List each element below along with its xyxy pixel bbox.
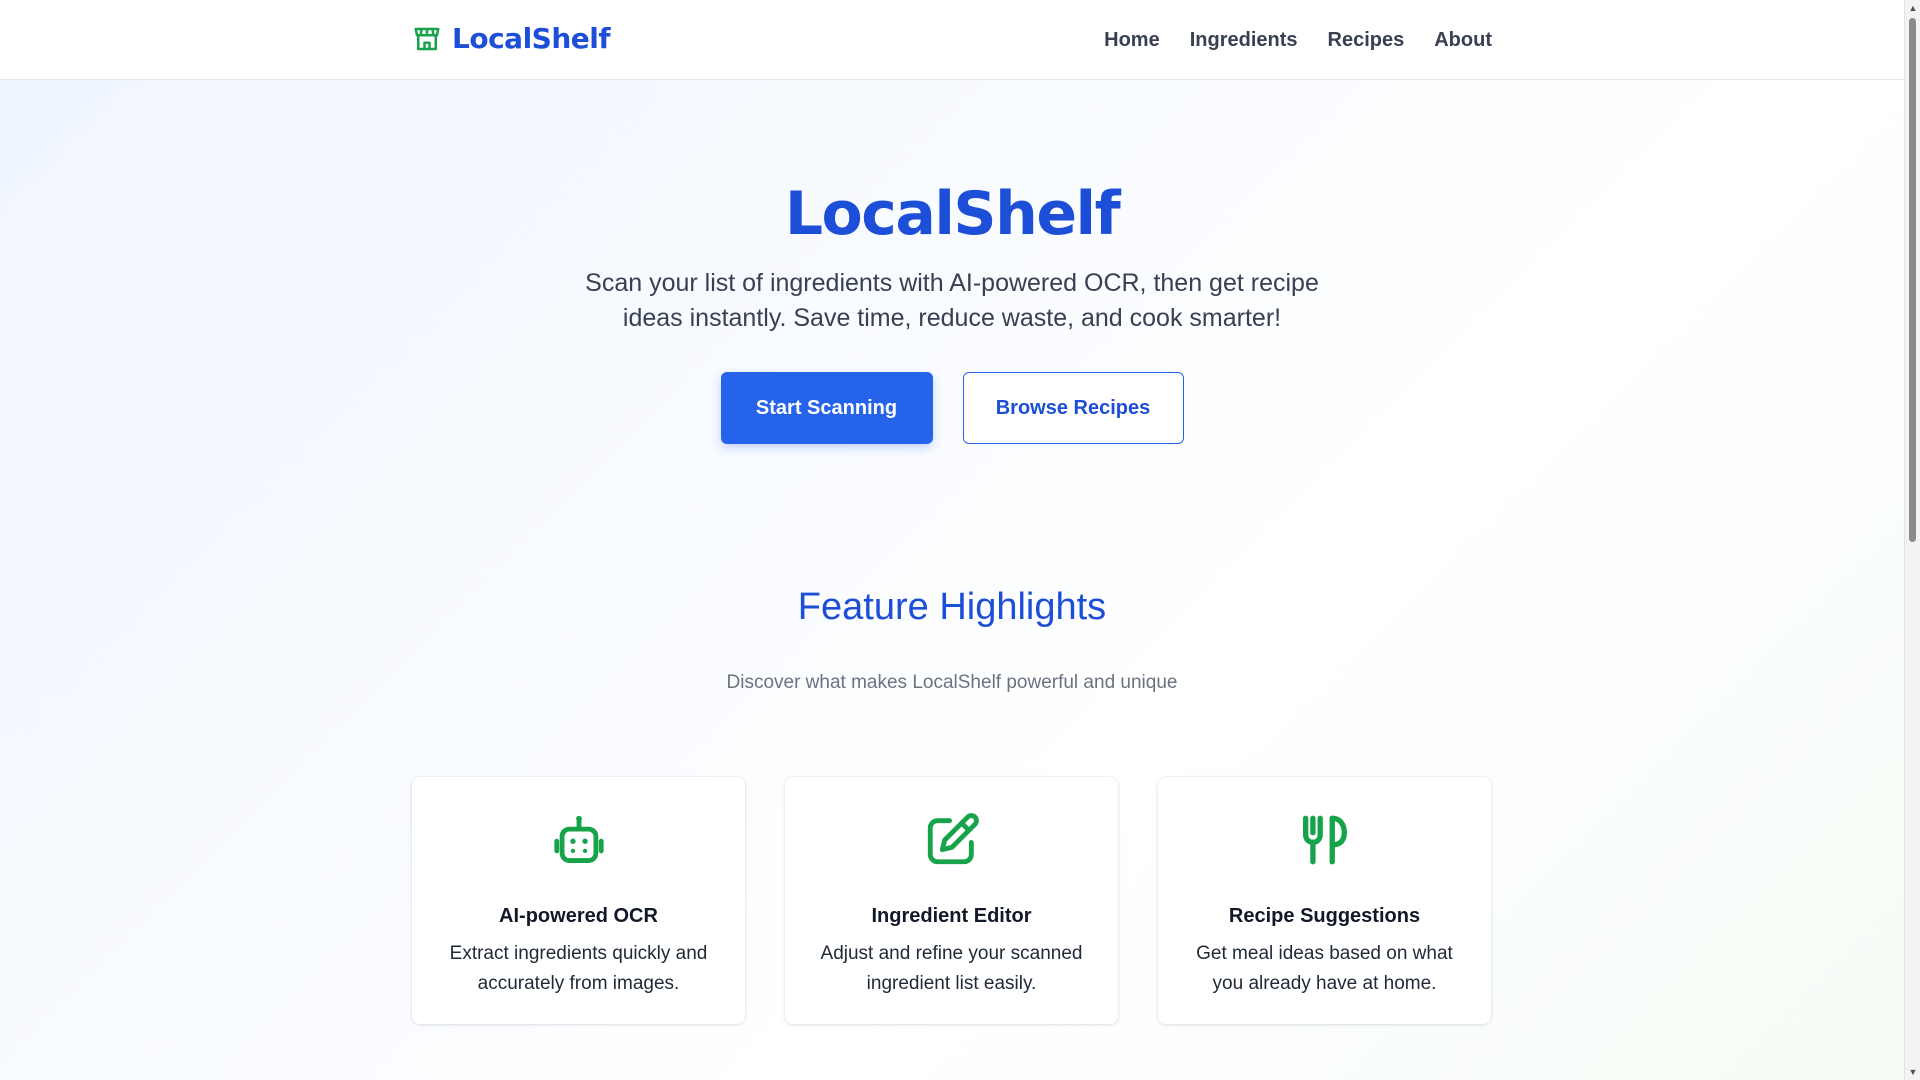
hero-section: LocalShelf Scan your list of ingredients… [0, 178, 1904, 444]
feature-card-title: AI-powered OCR [499, 905, 658, 927]
browse-recipes-button[interactable]: Browse Recipes [962, 372, 1184, 444]
edit-icon [927, 813, 979, 865]
nav-link-ingredients[interactable]: Ingredients [1190, 29, 1298, 52]
utensils-icon [1302, 815, 1347, 865]
store-icon [414, 27, 440, 50]
feature-card-ocr: AI-powered OCR Extract ingredients quick… [412, 777, 745, 1024]
scroll-up-icon[interactable]: ▲ [1905, 0, 1920, 16]
hero-subtitle: Scan your list of ingredients with AI-po… [585, 269, 1319, 332]
scrollbar-thumb[interactable] [1909, 18, 1916, 542]
start-scanning-button[interactable]: Start Scanning [720, 372, 933, 444]
feature-card-title: Recipe Suggestions [1228, 905, 1421, 927]
page: LocalShelf Home Ingredients Recipes Abou… [0, 0, 1904, 1080]
feature-card-title: Ingredient Editor [871, 905, 1032, 927]
nav-link-recipes[interactable]: Recipes [1328, 29, 1405, 52]
feature-card-editor: Ingredient Editor Adjust and refine your… [785, 777, 1118, 1024]
scroll-down-icon[interactable]: ▼ [1905, 1064, 1920, 1080]
features-subtitle: Discover what makes LocalShelf powerful … [726, 672, 1178, 693]
hero-actions: Start Scanning Browse Recipes [0, 372, 1904, 444]
features-title: Feature Highlights [797, 586, 1107, 628]
nav-link-about[interactable]: About [1434, 29, 1492, 52]
navbar: LocalShelf Home Ingredients Recipes Abou… [0, 0, 1904, 80]
feature-card-recipes: Recipe Suggestions Get meal ideas based … [1158, 777, 1491, 1024]
feature-card-description: Adjust and refine your scanned ingredien… [820, 943, 1083, 994]
brand-logo-link[interactable]: LocalShelf [412, 22, 611, 55]
robot-icon [553, 815, 604, 863]
main-nav: Home Ingredients Recipes About [1104, 0, 1492, 80]
feature-card-description: Get meal ideas based on what you already… [1196, 943, 1453, 994]
hero-title: LocalShelf [784, 179, 1121, 249]
vertical-scrollbar[interactable]: ▲ ▼ [1904, 0, 1920, 1080]
feature-card-description: Extract ingredients quickly and accurate… [449, 943, 708, 994]
nav-link-home[interactable]: Home [1104, 29, 1160, 52]
brand-name: LocalShelf [452, 22, 611, 55]
feature-cards: AI-powered OCR Extract ingredients quick… [412, 777, 1492, 1024]
